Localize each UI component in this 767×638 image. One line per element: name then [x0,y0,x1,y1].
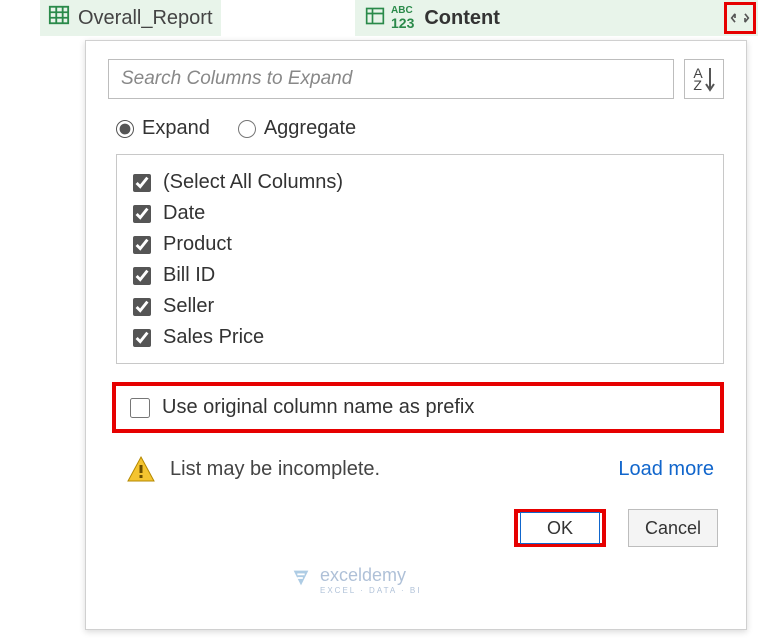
column-name-label: Content [424,7,500,30]
column-item[interactable]: Product [131,229,709,260]
column-label: Date [163,202,205,225]
use-prefix-label: Use original column name as prefix [162,396,474,419]
column-checkbox[interactable] [133,267,151,285]
column-checkbox[interactable] [133,236,151,254]
type-123-label: 123 [391,16,414,30]
sort-az-button[interactable]: AZ [684,59,724,99]
radio-aggregate[interactable]: Aggregate [238,117,356,140]
radio-expand[interactable]: Expand [116,117,210,140]
column-item[interactable]: Date [131,198,709,229]
use-prefix-option[interactable]: Use original column name as prefix [112,382,724,433]
column-item[interactable]: Sales Price [131,322,709,353]
ok-button-highlight: OK [514,509,606,547]
cancel-button[interactable]: Cancel [628,509,718,547]
warning-icon [126,455,156,483]
sort-az-icon: AZ [693,67,702,91]
warning-text: List may be incomplete. [170,458,618,481]
select-all-checkbox[interactable] [133,174,151,192]
column-item[interactable]: Seller [131,291,709,322]
expand-columns-popup: AZ Expand Aggregate (Select All Columns)… [85,40,747,630]
load-more-link[interactable]: Load more [618,458,714,481]
query-item[interactable]: Overall_Report [40,0,221,36]
select-all-columns[interactable]: (Select All Columns) [131,167,709,198]
radio-aggregate-input[interactable] [238,120,256,138]
expand-mode-radiogroup: Expand Aggregate [116,117,724,140]
radio-expand-label: Expand [142,117,210,140]
columns-list: (Select All Columns) Date Product Bill I… [116,154,724,364]
select-all-label: (Select All Columns) [163,171,343,194]
column-item[interactable]: Bill ID [131,260,709,291]
expand-column-button[interactable] [724,2,756,34]
column-header[interactable]: ABC 123 Content [355,0,758,36]
table-icon [48,4,70,32]
column-label: Bill ID [163,264,215,287]
ok-button[interactable]: OK [520,512,600,544]
warning-row: List may be incomplete. Load more [126,455,724,483]
dialog-buttons: OK Cancel [108,509,724,547]
use-prefix-checkbox[interactable] [130,398,150,418]
radio-expand-input[interactable] [116,120,134,138]
radio-aggregate-label: Aggregate [264,117,356,140]
search-columns-input[interactable] [108,59,674,99]
table-icon [365,6,385,31]
column-label: Seller [163,295,214,318]
column-checkbox[interactable] [133,329,151,347]
column-label: Product [163,233,232,256]
column-type-control[interactable]: ABC 123 [365,6,414,31]
column-label: Sales Price [163,326,264,349]
query-name-label: Overall_Report [78,7,213,30]
column-checkbox[interactable] [133,205,151,223]
column-checkbox[interactable] [133,298,151,316]
